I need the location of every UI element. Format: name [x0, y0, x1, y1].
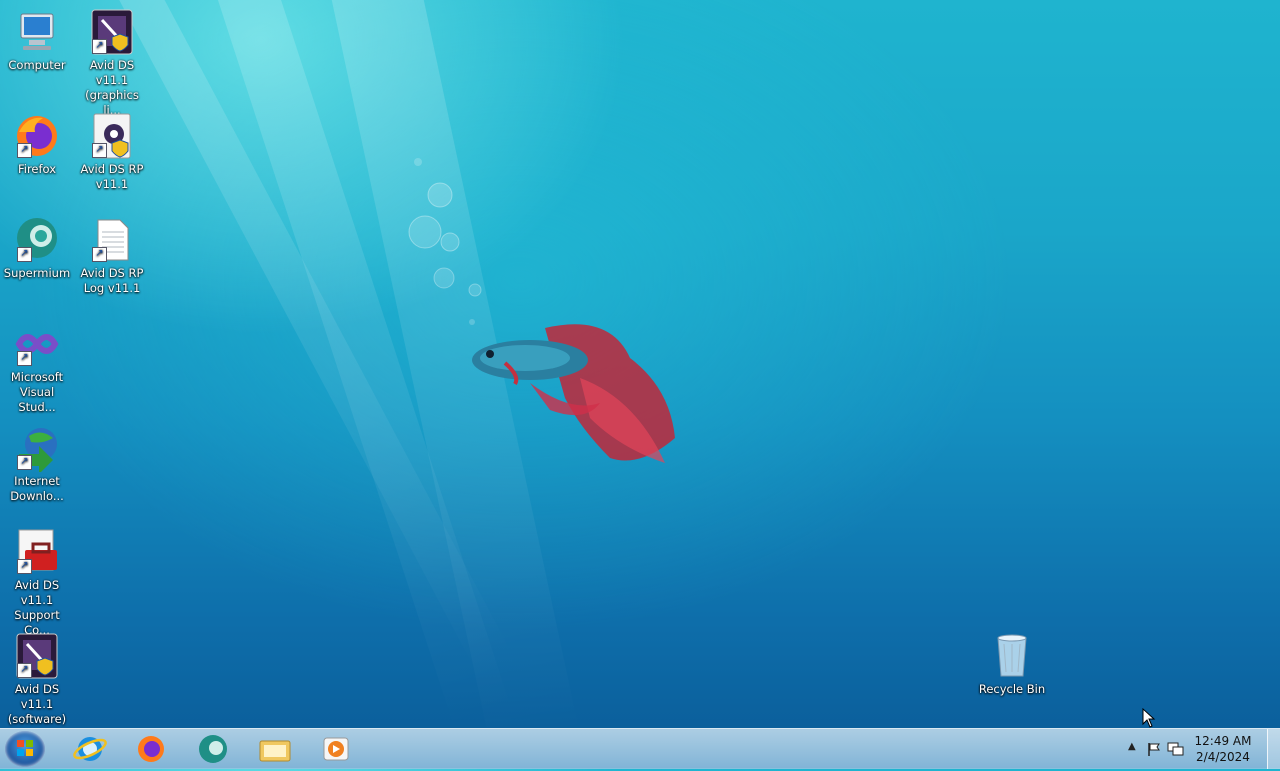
firefox-icon: ↗	[13, 112, 61, 160]
media-player-icon	[323, 737, 349, 761]
computer-icon	[13, 8, 61, 56]
shortcut-arrow-icon: ↗	[17, 559, 32, 574]
show-desktop-button[interactable]	[1267, 729, 1280, 769]
desktop-icon-label: Firefox	[17, 162, 57, 176]
desktop-icon-avid-rp[interactable]: ↗ Avid DS RP v11.1	[75, 112, 149, 192]
system-tray: ▲ 12:49 AM 2/4/2024	[1120, 729, 1280, 769]
shortcut-arrow-icon: ↗	[17, 455, 32, 470]
desktop-icon-label: Avid DS v11.1 Support Co...	[14, 578, 60, 637]
desktop-icon-label: Supermium	[3, 266, 71, 280]
recycle-bin-icon	[988, 632, 1036, 680]
show-hidden-icons-chevron-icon[interactable]: ▲	[1128, 741, 1136, 752]
taskbar: ▲ 12:49 AM 2/4/2024	[0, 728, 1280, 769]
avid-software-icon: ↗	[13, 632, 61, 680]
bubbles-decoration	[408, 158, 482, 325]
taskbar-clock[interactable]: 12:49 AM 2/4/2024	[1190, 733, 1256, 765]
shortcut-arrow-icon: ↗	[92, 143, 107, 158]
text-document-icon: ↗	[88, 216, 136, 264]
desktop-icon-label: Avid DS v11.1 (graphics li...	[85, 58, 139, 117]
shortcut-arrow-icon: ↗	[92, 39, 107, 54]
windows-logo-icon	[17, 740, 33, 756]
internet-explorer-icon	[73, 737, 107, 761]
shortcut-arrow-icon: ↗	[17, 143, 32, 158]
desktop-icon-label: Recycle Bin	[978, 682, 1046, 696]
shortcut-arrow-icon: ↗	[17, 663, 32, 678]
desktop-icon-label: Microsoft Visual Stud...	[10, 370, 64, 414]
taskbar-file-explorer[interactable]	[253, 733, 297, 765]
desktop-icon-label: Computer	[8, 58, 66, 72]
start-button[interactable]	[5, 731, 45, 767]
desktop-icon-avid-support[interactable]: ↗ Avid DS v11.1 Support Co...	[0, 528, 74, 638]
taskbar-firefox[interactable]	[129, 733, 173, 765]
visual-studio-icon: ↗	[13, 320, 61, 368]
shortcut-arrow-icon: ↗	[17, 247, 32, 262]
internet-download-manager-icon: ↗	[13, 424, 61, 474]
desktop-icon-recycle-bin[interactable]: Recycle Bin	[975, 632, 1049, 697]
desktop-icon-internet-download-manager[interactable]: ↗ Internet Downlo...	[0, 424, 74, 504]
betta-fish-wallpaper	[472, 324, 675, 463]
firefox-icon	[138, 736, 164, 762]
action-center-flag-icon[interactable]	[1146, 741, 1162, 757]
supermium-icon	[199, 735, 227, 763]
shortcut-arrow-icon: ↗	[17, 351, 32, 366]
clock-date: 2/4/2024	[1196, 750, 1250, 764]
shortcut-arrow-icon: ↗	[92, 247, 107, 262]
taskbar-media-player[interactable]	[314, 733, 358, 765]
avid-graphics-icon: ↗	[88, 8, 136, 56]
desktop-icon-label: Avid DS RP v11.1	[80, 162, 144, 191]
file-explorer-icon	[259, 740, 291, 762]
desktop: Computer ↗ Avid DS v11.1 (graphics li...…	[0, 0, 1280, 728]
desktop-icon-firefox[interactable]: ↗ Firefox	[0, 112, 74, 177]
network-icon[interactable]	[1166, 741, 1184, 757]
desktop-icon-computer[interactable]: Computer	[0, 8, 74, 73]
avid-rp-icon: ↗	[88, 112, 136, 160]
mouse-cursor-icon	[1142, 708, 1156, 728]
desktop-icon-label: Internet Downlo...	[10, 474, 64, 503]
taskbar-supermium[interactable]	[191, 733, 235, 765]
desktop-icon-label: Avid DS RP Log v11.1	[80, 266, 144, 295]
desktop-icon-avid-software[interactable]: ↗ Avid DS v11.1 (software)	[0, 632, 74, 727]
taskbar-internet-explorer[interactable]	[68, 733, 112, 765]
desktop-icon-label: Avid DS v11.1 (software)	[7, 682, 67, 726]
clock-time: 12:49 AM	[1194, 734, 1252, 748]
desktop-icon-avid-rp-log[interactable]: ↗ Avid DS RP Log v11.1	[75, 216, 149, 296]
supermium-icon: ↗	[13, 216, 61, 264]
desktop-icon-avid-graphics[interactable]: ↗ Avid DS v11.1 (graphics li...	[75, 8, 149, 118]
toolbox-icon: ↗	[13, 528, 61, 576]
desktop-icon-visual-studio[interactable]: ↗ Microsoft Visual Stud...	[0, 320, 74, 415]
desktop-icon-supermium[interactable]: ↗ Supermium	[0, 216, 74, 281]
